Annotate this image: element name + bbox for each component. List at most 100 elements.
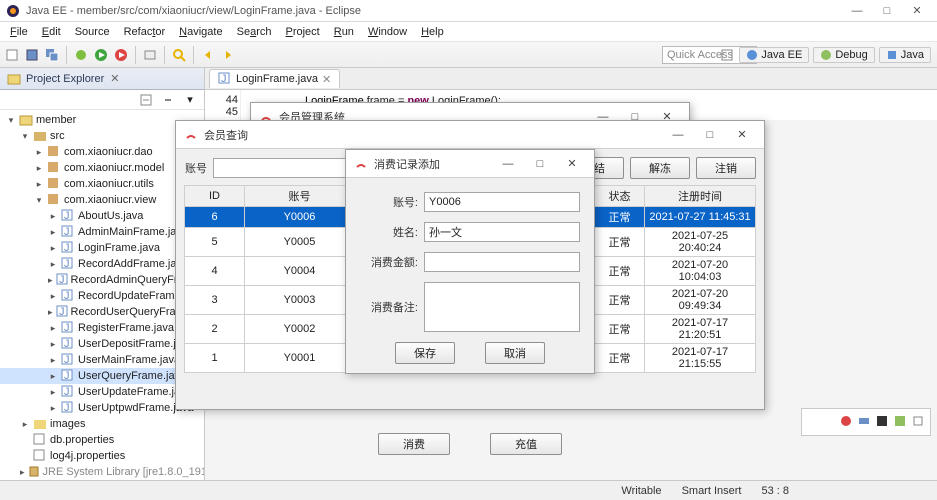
menu-window[interactable]: Window xyxy=(362,24,413,40)
amount-field[interactable] xyxy=(424,252,580,272)
bottom-views-toolbar xyxy=(801,408,931,436)
tree-file[interactable]: ▸JRecordAddFrame.java xyxy=(0,256,204,272)
menu-source[interactable]: Source xyxy=(69,24,116,40)
account-input[interactable] xyxy=(213,158,365,178)
svg-text:J: J xyxy=(59,306,65,317)
back-icon[interactable] xyxy=(200,47,216,63)
logout-button[interactable]: 注销 xyxy=(696,157,756,179)
menu-refactor[interactable]: Refactor xyxy=(118,24,172,40)
collapse-all-icon[interactable] xyxy=(138,92,154,108)
tree-pkg-view[interactable]: ▾com.xiaoniucr.view xyxy=(0,192,204,208)
servers-icon[interactable] xyxy=(858,415,872,429)
console-icon[interactable] xyxy=(876,415,890,429)
tree-file[interactable]: ▸JAboutUs.java xyxy=(0,208,204,224)
close-icon[interactable]: ✕ xyxy=(558,155,586,173)
max-icon[interactable]: □ xyxy=(696,126,724,144)
save-all-icon[interactable] xyxy=(44,47,60,63)
tree-file[interactable]: ▸JUserUpdateFrame.java xyxy=(0,384,204,400)
project-tree[interactable]: ▾member ▾src ▸com.xiaoniucr.dao ▸com.xia… xyxy=(0,110,204,480)
package-icon xyxy=(47,145,61,159)
restore-icon[interactable] xyxy=(912,415,926,429)
tree-pkg-model[interactable]: ▸com.xiaoniucr.model xyxy=(0,160,204,176)
perspective-debug[interactable]: Debug xyxy=(813,47,874,63)
view-close-icon[interactable]: ✕ xyxy=(110,72,119,85)
max-icon[interactable]: □ xyxy=(526,155,554,173)
th-id[interactable]: ID xyxy=(185,186,245,207)
consume-button[interactable]: 消费 xyxy=(378,433,450,455)
link-editor-icon[interactable] xyxy=(160,92,176,108)
view-menu-icon[interactable]: ▾ xyxy=(182,92,198,108)
java-app-icon xyxy=(184,128,198,142)
tree-dbprops[interactable]: db.properties xyxy=(0,432,204,448)
menu-file[interactable]: File xyxy=(4,24,34,40)
svg-text:J: J xyxy=(221,73,227,84)
tree-file[interactable]: ▸JAdminMainFrame.java xyxy=(0,224,204,240)
svg-text:J: J xyxy=(64,226,70,237)
editor-tabs: J LoginFrame.java ✕ xyxy=(205,68,937,90)
src-folder-icon xyxy=(33,129,47,143)
java-file-icon: J xyxy=(218,72,232,86)
recharge-button[interactable]: 充值 xyxy=(490,433,562,455)
tree-pkg-dao[interactable]: ▸com.xiaoniucr.dao xyxy=(0,144,204,160)
java-file-icon: J xyxy=(61,289,75,303)
save-button[interactable]: 保存 xyxy=(395,342,455,364)
tree-file[interactable]: ▸JRecordUserQueryFrame.java xyxy=(0,304,204,320)
min-icon[interactable]: — xyxy=(664,126,692,144)
tree-images[interactable]: ▸images xyxy=(0,416,204,432)
maximize-button[interactable]: □ xyxy=(873,2,901,20)
tree-src[interactable]: ▾src xyxy=(0,128,204,144)
th-account[interactable]: 账号 xyxy=(245,186,355,207)
run-last-icon[interactable] xyxy=(113,47,129,63)
tree-file[interactable]: ▸JUserUptpwdFrame.java xyxy=(0,400,204,416)
tree-file[interactable]: ▸JUserMainFrame.java xyxy=(0,352,204,368)
menu-project[interactable]: Project xyxy=(279,24,325,40)
new-server-icon[interactable] xyxy=(142,47,158,63)
tree-file[interactable]: ▸JRegisterFrame.java xyxy=(0,320,204,336)
close-button[interactable]: ✕ xyxy=(903,2,931,20)
th-status[interactable]: 状态 xyxy=(595,186,645,207)
problems-icon[interactable] xyxy=(840,415,854,429)
debug-icon[interactable] xyxy=(73,47,89,63)
remark-field[interactable] xyxy=(424,282,580,332)
name-field[interactable] xyxy=(424,222,580,242)
member-query-titlebar[interactable]: 会员查询 —□✕ xyxy=(176,121,764,149)
th-regtime[interactable]: 注册时间 xyxy=(645,186,756,207)
record-add-window[interactable]: 消费记录添加 —□✕ 账号: 姓名: 消费金额: 消费备注: 保存 取消 xyxy=(345,149,595,374)
perspective-javaee[interactable]: Java EE xyxy=(739,47,809,63)
tree-file[interactable]: ▸JRecordUpdateFrame.java xyxy=(0,288,204,304)
run-icon[interactable] xyxy=(93,47,109,63)
account-field[interactable] xyxy=(424,192,580,212)
tree-lib[interactable]: ▸JRE System Library [jre1.8.0_191] xyxy=(0,464,204,480)
minimize-button[interactable]: — xyxy=(843,2,871,20)
tree-file[interactable]: ▸JUserDepositFrame.java xyxy=(0,336,204,352)
search-icon[interactable] xyxy=(171,47,187,63)
tree-file[interactable]: ▸JUserQueryFrame.java xyxy=(0,368,204,384)
tree-file[interactable]: ▸JLoginFrame.java xyxy=(0,240,204,256)
tree-log4jprops[interactable]: log4j.properties xyxy=(0,448,204,464)
project-explorer-tab[interactable]: Project Explorer ✕ xyxy=(0,68,204,90)
editor-tab-loginframe[interactable]: J LoginFrame.java ✕ xyxy=(209,69,340,88)
unfreeze-button[interactable]: 解冻 xyxy=(630,157,690,179)
record-add-titlebar[interactable]: 消费记录添加 —□✕ xyxy=(346,150,594,178)
tree-project[interactable]: ▾member xyxy=(0,112,204,128)
menu-run[interactable]: Run xyxy=(328,24,360,40)
min-icon[interactable]: — xyxy=(494,155,522,173)
tab-close-icon[interactable]: ✕ xyxy=(322,73,331,86)
close-icon[interactable]: ✕ xyxy=(728,126,756,144)
tree-file[interactable]: ▸JRecordAdminQueryFrame.java xyxy=(0,272,204,288)
menu-navigate[interactable]: Navigate xyxy=(173,24,228,40)
titlebar: Java EE - member/src/com/xiaoniucr/view/… xyxy=(0,0,937,22)
record-add-title: 消费记录添加 xyxy=(374,156,488,172)
forward-icon[interactable] xyxy=(220,47,236,63)
menu-help[interactable]: Help xyxy=(415,24,450,40)
menu-edit[interactable]: Edit xyxy=(36,24,67,40)
open-perspective-icon[interactable] xyxy=(719,47,735,63)
cancel-button[interactable]: 取消 xyxy=(485,342,545,364)
perspective-java[interactable]: Java xyxy=(879,47,931,63)
tasks-icon[interactable] xyxy=(894,415,908,429)
svg-text:J: J xyxy=(64,258,70,269)
save-icon[interactable] xyxy=(24,47,40,63)
menu-search[interactable]: Search xyxy=(231,24,278,40)
new-icon[interactable] xyxy=(4,47,20,63)
tree-pkg-utils[interactable]: ▸com.xiaoniucr.utils xyxy=(0,176,204,192)
